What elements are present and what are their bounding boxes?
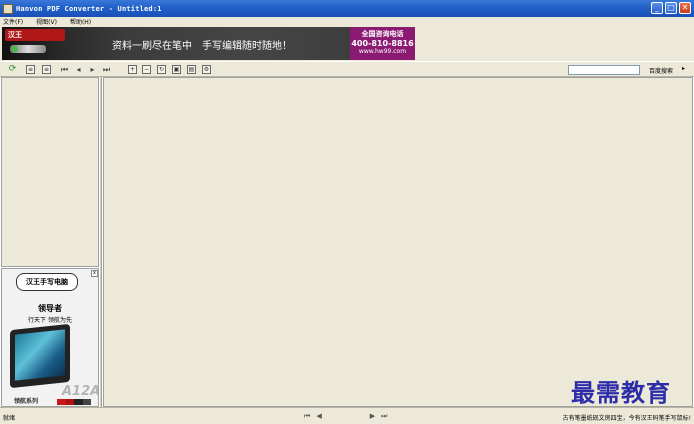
search-button[interactable]: 百度搜索: [649, 66, 673, 75]
banner-logo: 汉王: [5, 29, 65, 41]
side-ad-logo: 汉王手写电脑: [16, 273, 78, 291]
menu-view[interactable]: 视图(V): [36, 17, 57, 26]
status-next-page-icon[interactable]: ▶: [370, 412, 375, 421]
banner-area: 汉王 资料一刷尽在笔中 手写编辑随时随地！ 全国咨询电话 400-810-881…: [0, 26, 694, 61]
ad-close-icon[interactable]: x: [91, 270, 98, 277]
status-text: 就绪: [3, 415, 16, 422]
side-ad-series: 领航系列: [14, 398, 39, 405]
tablet-image: [10, 323, 70, 389]
pen-light-icon: [12, 46, 18, 52]
status-bar: 就绪 ⏮ ◀ ▶ ⏭ 古有笔墨纸砚文房四宝，今有汉王码笔手写鼠标!: [0, 407, 694, 424]
maximize-button[interactable]: □: [665, 2, 677, 14]
window-title: Hanvon PDF Converter - Untitled:1: [16, 4, 162, 13]
phone-title: 全国咨询电话: [361, 30, 404, 38]
side-ad-subline: 行天下 领航为先: [28, 317, 72, 324]
search-dropdown-icon[interactable]: ▸: [682, 65, 685, 72]
fit-width-icon[interactable]: ▤: [187, 65, 196, 74]
status-ad-text[interactable]: 古有笔墨纸砚文房四宝，今有汉王码笔手写鼠标!: [563, 413, 691, 422]
page-navigation: ⏮ ◀ ▶ ⏭: [304, 412, 387, 421]
color-swatch-darkred: [65, 399, 74, 405]
status-prev-page-icon[interactable]: ◀: [316, 412, 321, 421]
document-view[interactable]: [103, 77, 693, 407]
menu-bar: 文件(F) 视图(V) 帮助(H): [0, 17, 694, 26]
status-first-page-icon[interactable]: ⏮: [304, 412, 310, 421]
refresh-icon[interactable]: ⟳: [8, 65, 17, 74]
rotate-icon[interactable]: ↻: [157, 65, 166, 74]
banner-slogan: 资料一刷尽在笔中 手写编辑随时随地！: [112, 41, 292, 52]
page-number-field[interactable]: [327, 412, 364, 420]
close-button[interactable]: ✕: [679, 2, 691, 14]
search-input[interactable]: [568, 65, 640, 75]
title-bar[interactable]: Hanvon PDF Converter - Untitled:1 _ □ ✕: [0, 0, 694, 17]
zoom-in-icon[interactable]: +: [128, 65, 137, 74]
settings-icon[interactable]: ⚙: [202, 65, 211, 74]
menu-help[interactable]: 帮助(H): [70, 17, 91, 26]
menu-file[interactable]: 文件(F): [3, 17, 23, 26]
side-ad-model: A12A: [62, 384, 99, 399]
minimize-button[interactable]: _: [651, 2, 663, 14]
save-file-icon[interactable]: ≡: [42, 65, 51, 74]
phone-number: 400-810-8816: [351, 39, 414, 48]
tablet-screen: [15, 329, 65, 381]
app-icon: [3, 3, 13, 14]
color-swatch-gray: [82, 399, 91, 405]
status-last-page-icon[interactable]: ⏭: [381, 412, 387, 421]
thumbnail-panel[interactable]: [1, 77, 99, 267]
next-page-icon[interactable]: ▸: [88, 65, 97, 74]
website: www.hw99.com: [358, 48, 407, 55]
side-ad-headline: 领导者: [38, 304, 62, 313]
prev-page-icon[interactable]: ◂: [74, 65, 83, 74]
color-swatch-red: [57, 399, 66, 405]
open-file-icon[interactable]: ≡: [26, 65, 35, 74]
fit-page-icon[interactable]: ▣: [172, 65, 181, 74]
first-page-icon[interactable]: ⏮: [60, 65, 69, 74]
banner-ad[interactable]: 汉王 资料一刷尽在笔中 手写编辑随时随地！ 全国咨询电话 400-810-881…: [2, 27, 415, 60]
toolbar: ⟳ ≡ ≡ ⏮ ◂ ▸ ⏭ + − ↻ ▣ ▤ ⚙ 百度搜索 ▸: [0, 61, 694, 77]
last-page-icon[interactable]: ⏭: [102, 65, 111, 74]
panel-splitter[interactable]: [99, 77, 102, 407]
zoom-out-icon[interactable]: −: [142, 65, 151, 74]
color-swatch-black: [74, 399, 83, 405]
watermark: 最需教育: [571, 378, 671, 407]
side-ad[interactable]: x 汉王手写电脑 领导者 行天下 领航为先 A12A 领航系列: [1, 268, 99, 407]
phone-box: 全国咨询电话 400-810-8816 www.hw99.com: [350, 27, 415, 60]
side-ad-color-bar: [57, 399, 91, 405]
